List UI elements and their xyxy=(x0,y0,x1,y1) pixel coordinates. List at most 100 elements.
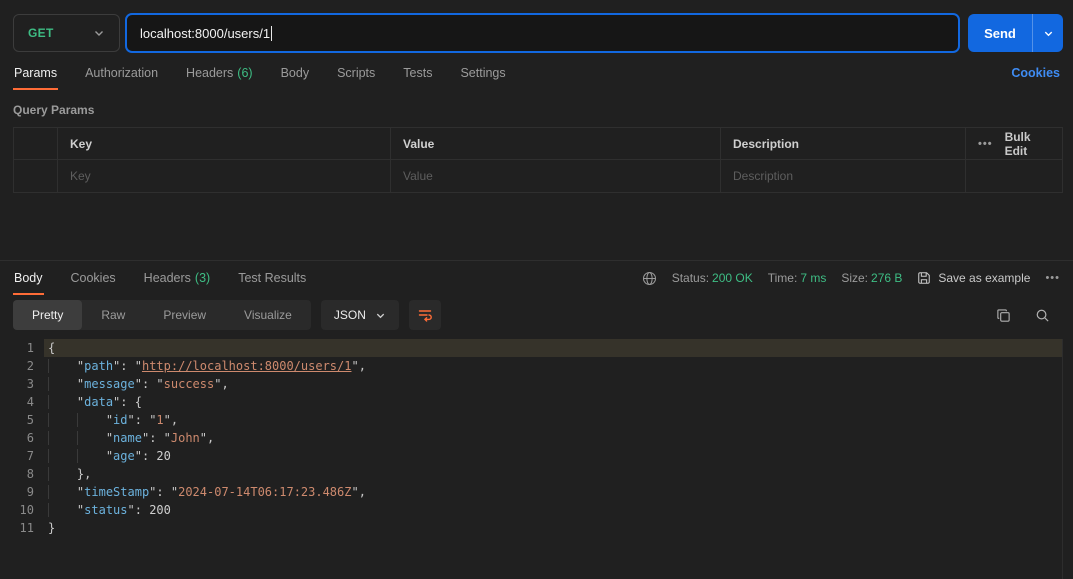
view-mode-raw[interactable]: Raw xyxy=(82,300,144,330)
response-tab-headers[interactable]: Headers(3) xyxy=(143,261,212,295)
json-token: name xyxy=(113,431,142,445)
response-body-viewer[interactable]: 1{2 "path": "http://localhost:8000/users… xyxy=(0,339,1073,537)
status-value: 200 OK xyxy=(712,271,753,285)
json-token: " xyxy=(171,485,178,499)
tab-tests[interactable]: Tests xyxy=(402,56,433,90)
response-tab-cookies[interactable]: Cookies xyxy=(70,261,117,295)
json-token: , xyxy=(359,485,366,499)
indent-guide xyxy=(48,359,77,373)
json-token: : xyxy=(142,377,156,391)
json-link[interactable]: http://localhost:8000/users/1 xyxy=(142,359,352,373)
line-number: 3 xyxy=(0,375,44,393)
save-as-example-button[interactable]: Save as example xyxy=(917,271,1030,285)
json-token: " xyxy=(164,413,171,427)
json-token: : xyxy=(135,503,149,517)
indent-guide xyxy=(48,431,77,445)
json-token: John xyxy=(171,431,200,445)
code-line: 3 "message": "success", xyxy=(0,375,1073,393)
tab-authorization[interactable]: Authorization xyxy=(84,56,159,90)
json-token: " xyxy=(156,377,163,391)
line-content: "message": "success", xyxy=(44,375,1063,393)
copy-icon[interactable] xyxy=(996,308,1011,323)
view-mode-preview[interactable]: Preview xyxy=(144,300,225,330)
params-more-options-icon[interactable]: ••• xyxy=(978,138,993,150)
indent-guide xyxy=(48,449,77,463)
json-token: path xyxy=(84,359,113,373)
response-tabs: Body Cookies Headers(3) Test Results xyxy=(13,261,307,295)
line-number: 2 xyxy=(0,357,44,375)
tab-body[interactable]: Body xyxy=(280,56,311,90)
format-label: JSON xyxy=(334,308,366,322)
query-params-title: Query Params xyxy=(0,91,1073,127)
response-toolbar: PrettyRawPreviewVisualize JSON xyxy=(0,295,1073,335)
line-content: "age": 20 xyxy=(44,447,1063,465)
bulk-edit-button[interactable]: Bulk Edit xyxy=(1005,130,1050,158)
json-token: 20 xyxy=(156,449,170,463)
json-token: " xyxy=(351,359,358,373)
line-content: } xyxy=(44,519,1063,537)
json-token: " xyxy=(128,503,135,517)
json-token: " xyxy=(106,431,113,445)
json-token: } xyxy=(48,521,55,535)
view-mode-visualize[interactable]: Visualize xyxy=(225,300,311,330)
tab-label: Settings xyxy=(460,66,505,80)
query-params-table: Key Value Description ••• Bulk Edit Key … xyxy=(13,127,1063,193)
wrap-text-icon xyxy=(417,307,433,323)
tab-headers[interactable]: Headers(6) xyxy=(185,56,254,90)
indent-guide xyxy=(48,467,77,481)
tab-count: (6) xyxy=(237,66,252,80)
value-input[interactable]: Value xyxy=(391,160,721,192)
send-options-button[interactable] xyxy=(1032,14,1063,52)
line-number: 9 xyxy=(0,483,44,501)
format-select[interactable]: JSON xyxy=(321,300,399,330)
code-line: 4 "data": { xyxy=(0,393,1073,411)
time-label: Time: xyxy=(768,271,798,285)
view-mode-pretty[interactable]: Pretty xyxy=(13,300,82,330)
status-label: Status: xyxy=(672,271,709,285)
view-mode-switcher: PrettyRawPreviewVisualize xyxy=(13,300,311,330)
checkbox-column-header xyxy=(14,128,58,159)
indent-guide xyxy=(48,485,77,499)
response-more-options-icon[interactable]: ••• xyxy=(1045,272,1060,284)
json-token: : xyxy=(135,413,149,427)
size-pair: Size:276 B xyxy=(841,271,902,285)
tab-label: Authorization xyxy=(85,66,158,80)
globe-icon[interactable] xyxy=(642,271,657,286)
json-token: " xyxy=(106,413,113,427)
json-token: " xyxy=(128,413,135,427)
line-number: 1 xyxy=(0,339,44,357)
cookies-link[interactable]: Cookies xyxy=(1011,66,1060,80)
json-token: " xyxy=(135,449,142,463)
json-token: , xyxy=(359,359,366,373)
json-token: { xyxy=(48,341,55,355)
line-content: "data": { xyxy=(44,393,1063,411)
json-token: " xyxy=(106,449,113,463)
tab-label: Scripts xyxy=(337,66,375,80)
params-actions-cell: ••• Bulk Edit xyxy=(966,128,1062,159)
json-token: 1 xyxy=(156,413,163,427)
key-input[interactable]: Key xyxy=(58,160,391,192)
description-column-header: Description xyxy=(721,128,966,159)
json-token: 200 xyxy=(149,503,171,517)
response-tab-test-results[interactable]: Test Results xyxy=(237,261,307,295)
tab-scripts[interactable]: Scripts xyxy=(336,56,376,90)
tab-label: Body xyxy=(281,66,310,80)
description-input[interactable]: Description xyxy=(721,160,966,192)
json-token: }, xyxy=(77,467,91,481)
response-tab-body[interactable]: Body xyxy=(13,261,44,295)
wrap-text-button[interactable] xyxy=(409,300,441,330)
search-icon[interactable] xyxy=(1035,308,1050,323)
tab-label: Cookies xyxy=(71,271,116,285)
tab-label: Tests xyxy=(403,66,432,80)
tab-params[interactable]: Params xyxy=(13,56,58,90)
tab-settings[interactable]: Settings xyxy=(459,56,506,90)
chevron-down-icon xyxy=(375,310,386,321)
line-number: 10 xyxy=(0,501,44,519)
method-select[interactable]: GET xyxy=(13,14,120,52)
code-line: 11} xyxy=(0,519,1073,537)
row-checkbox-cell[interactable] xyxy=(14,160,58,192)
url-input[interactable]: localhost:8000/users/1 xyxy=(125,13,960,53)
line-number: 5 xyxy=(0,411,44,429)
request-tabs: Params Authorization Headers(6) Body Scripts… xyxy=(13,56,507,90)
send-button[interactable]: Send xyxy=(968,14,1032,52)
